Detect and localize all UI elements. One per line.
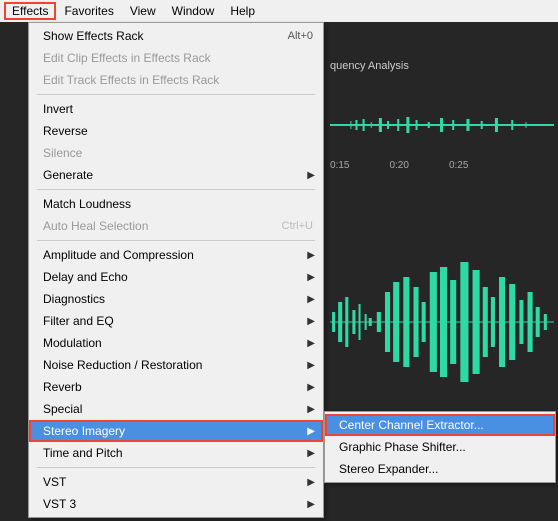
chevron-right-icon: ▶: [307, 477, 315, 488]
menu-generate[interactable]: Generate ▶: [29, 164, 323, 186]
menu-help[interactable]: Help: [222, 2, 263, 20]
menu-special[interactable]: Special▶: [29, 398, 323, 420]
menu-separator: [37, 94, 315, 95]
submenu-stereo-expander[interactable]: Stereo Expander...: [325, 458, 555, 480]
menu-stereo-imagery[interactable]: Stereo Imagery▶: [29, 420, 323, 442]
chevron-right-icon: ▶: [307, 404, 315, 415]
menubar: Effects Favorites View Window Help: [0, 0, 558, 22]
menu-reverb[interactable]: Reverb▶: [29, 376, 323, 398]
submenu-center-channel-extractor[interactable]: Center Channel Extractor...: [325, 414, 555, 436]
menu-label: Special: [43, 402, 313, 416]
menu-effects[interactable]: Effects: [4, 2, 56, 20]
chevron-right-icon: ▶: [307, 360, 315, 371]
chevron-right-icon: ▶: [307, 499, 315, 510]
menu-label: Filter and EQ: [43, 314, 313, 328]
overview-waveform: [330, 116, 554, 134]
menu-window[interactable]: Window: [164, 2, 223, 20]
menu-edit-clip-effects: Edit Clip Effects in Effects Rack: [29, 47, 323, 69]
menu-label: Invert: [43, 102, 313, 116]
menu-label: VST: [43, 475, 313, 489]
stereo-imagery-submenu: Center Channel Extractor... Graphic Phas…: [324, 411, 556, 483]
menu-label: Modulation: [43, 336, 313, 350]
menu-label: Stereo Expander...: [339, 462, 545, 476]
timeline-ruler: 0:15 0:20 0:25: [330, 160, 558, 176]
menu-filter-eq[interactable]: Filter and EQ▶: [29, 310, 323, 332]
menu-match-loudness[interactable]: Match Loudness: [29, 193, 323, 215]
menu-label: Match Loudness: [43, 197, 313, 211]
menu-label: Graphic Phase Shifter...: [339, 440, 545, 454]
chevron-right-icon: ▶: [307, 448, 315, 459]
menu-reverse[interactable]: Reverse: [29, 120, 323, 142]
chevron-right-icon: ▶: [307, 272, 315, 283]
menu-shortcut: Alt+0: [288, 30, 313, 42]
menu-label: Time and Pitch: [43, 446, 313, 460]
menu-vst[interactable]: VST▶: [29, 471, 323, 493]
menu-label: Center Channel Extractor...: [339, 418, 545, 432]
chevron-right-icon: ▶: [307, 382, 315, 393]
menu-label: Reverse: [43, 124, 313, 138]
menu-diagnostics[interactable]: Diagnostics▶: [29, 288, 323, 310]
menu-label: Show Effects Rack: [43, 29, 288, 43]
menu-separator: [37, 240, 315, 241]
time-mark: 0:15: [330, 160, 349, 176]
main-waveform[interactable]: [330, 242, 554, 402]
menu-label: Noise Reduction / Restoration: [43, 358, 313, 372]
menu-label: Auto Heal Selection: [43, 219, 282, 233]
chevron-right-icon: ▶: [307, 294, 315, 305]
menu-label: Reverb: [43, 380, 313, 394]
menu-invert[interactable]: Invert: [29, 98, 323, 120]
menu-separator: [37, 189, 315, 190]
chevron-right-icon: ▶: [307, 426, 315, 437]
submenu-graphic-phase-shifter[interactable]: Graphic Phase Shifter...: [325, 436, 555, 458]
menu-label: Stereo Imagery: [43, 424, 313, 438]
menu-separator: [37, 467, 315, 468]
menu-edit-track-effects: Edit Track Effects in Effects Rack: [29, 69, 323, 91]
chevron-right-icon: ▶: [307, 338, 315, 349]
menu-label: Generate: [43, 168, 313, 182]
menu-shortcut: Ctrl+U: [282, 220, 313, 232]
menu-label: Edit Track Effects in Effects Rack: [43, 73, 313, 87]
menu-label: Amplitude and Compression: [43, 248, 313, 262]
menu-modulation[interactable]: Modulation▶: [29, 332, 323, 354]
menu-view[interactable]: View: [122, 2, 164, 20]
menu-favorites[interactable]: Favorites: [56, 2, 121, 20]
menu-noise[interactable]: Noise Reduction / Restoration▶: [29, 354, 323, 376]
menu-delay[interactable]: Delay and Echo▶: [29, 266, 323, 288]
menu-show-effects-rack[interactable]: Show Effects Rack Alt+0: [29, 25, 323, 47]
chevron-right-icon: ▶: [307, 316, 315, 327]
chevron-right-icon: ▶: [307, 170, 315, 181]
menu-label: Silence: [43, 146, 313, 160]
menu-amplitude[interactable]: Amplitude and Compression▶: [29, 244, 323, 266]
panel-tab-freq[interactable]: quency Analysis: [330, 60, 409, 72]
menu-silence: Silence: [29, 142, 323, 164]
time-mark: 0:25: [449, 160, 468, 176]
menu-label: Edit Clip Effects in Effects Rack: [43, 51, 313, 65]
time-mark: 0:20: [389, 160, 408, 176]
menu-label: Delay and Echo: [43, 270, 313, 284]
menu-label: Diagnostics: [43, 292, 313, 306]
menu-vst3[interactable]: VST 3▶: [29, 493, 323, 515]
menu-label: VST 3: [43, 497, 313, 511]
effects-dropdown: Show Effects Rack Alt+0 Edit Clip Effect…: [28, 22, 324, 518]
menu-time-pitch[interactable]: Time and Pitch▶: [29, 442, 323, 464]
chevron-right-icon: ▶: [307, 250, 315, 261]
menu-auto-heal: Auto Heal Selection Ctrl+U: [29, 215, 323, 237]
